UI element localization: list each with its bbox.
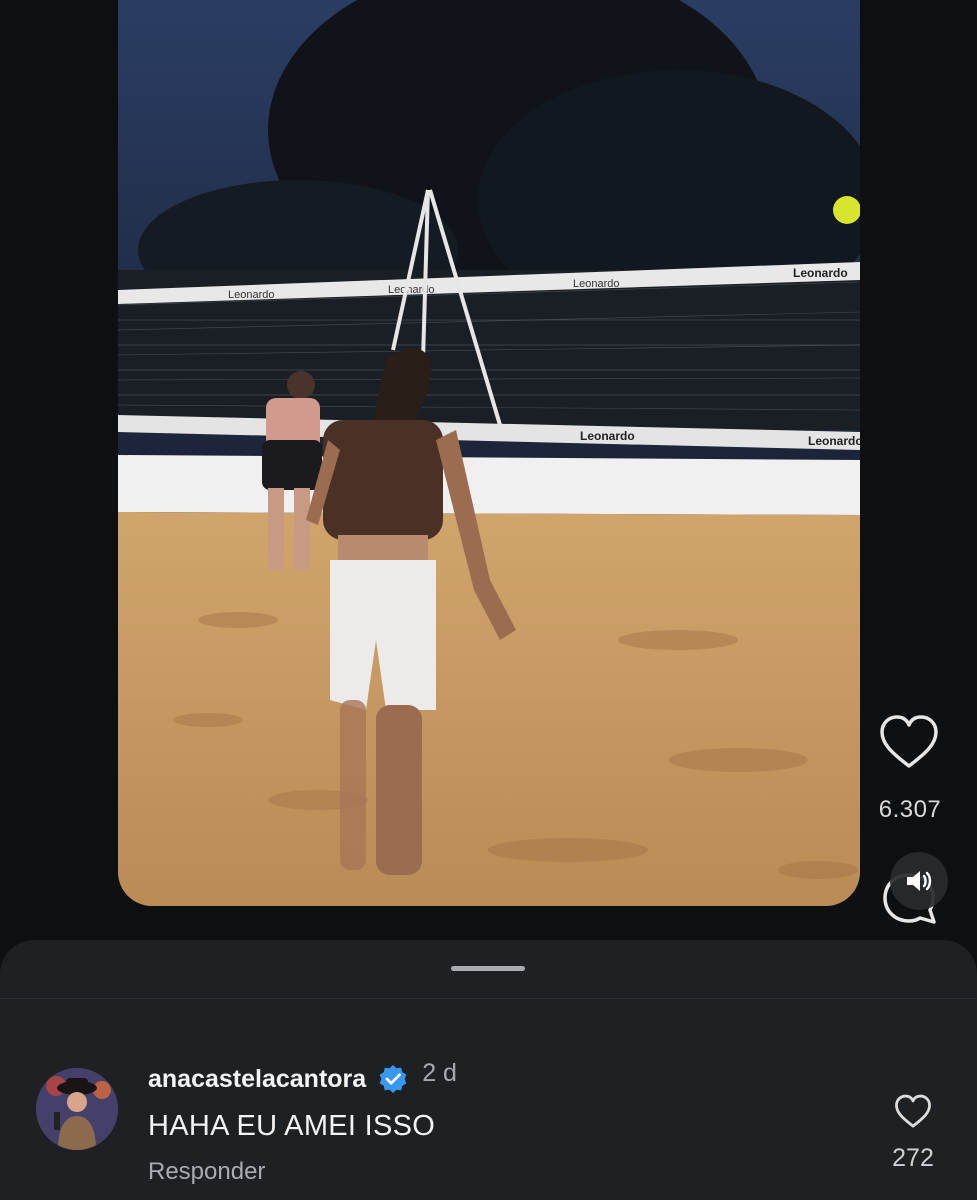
video-frame-illustration: Leonardo Leonardo Leonardo Leonardo Leon…	[118, 0, 860, 906]
heart-outline-icon	[880, 715, 938, 768]
comment-timestamp: 2 d	[422, 1058, 457, 1087]
sheet-divider	[0, 998, 977, 999]
comment-text: HAHA EU AMEI ISSO	[148, 1110, 436, 1142]
sheet-grabber-handle[interactable]	[451, 966, 525, 971]
net-brand-4: Leonardo	[793, 266, 848, 280]
sound-toggle-button[interactable]	[890, 852, 948, 910]
reel-video[interactable]: Leonardo Leonardo Leonardo Leonardo Leon…	[118, 0, 860, 906]
comment-like-button[interactable]	[894, 1094, 932, 1130]
comment-like-count: 272	[892, 1144, 934, 1172]
net-brand-5: Leonardo	[580, 429, 635, 443]
speaker-volume-icon	[907, 871, 932, 891]
comment-username[interactable]: anacastelacantora	[148, 1065, 366, 1094]
net-brand-2: Leonardo	[388, 284, 435, 296]
like-button[interactable]	[878, 714, 940, 772]
verified-badge-icon	[378, 1064, 408, 1094]
reel-screen: Leonardo Leonardo Leonardo Leonardo Leon…	[0, 0, 977, 1200]
net-brand-6: Leonardo	[808, 434, 860, 448]
net-brand-1: Leonardo	[228, 289, 275, 301]
net-brand-3: Leonardo	[573, 278, 620, 290]
avatar-image	[36, 1068, 118, 1150]
like-count: 6.307	[878, 796, 942, 823]
reply-button[interactable]: Responder	[148, 1158, 265, 1186]
comment-header: anacastelacantora 2 d	[148, 1059, 457, 1094]
avatar[interactable]	[36, 1068, 118, 1150]
heart-outline-icon	[895, 1094, 931, 1128]
comments-sheet[interactable]: anacastelacantora 2 d HAHA EU AMEI ISSO …	[0, 940, 977, 1200]
